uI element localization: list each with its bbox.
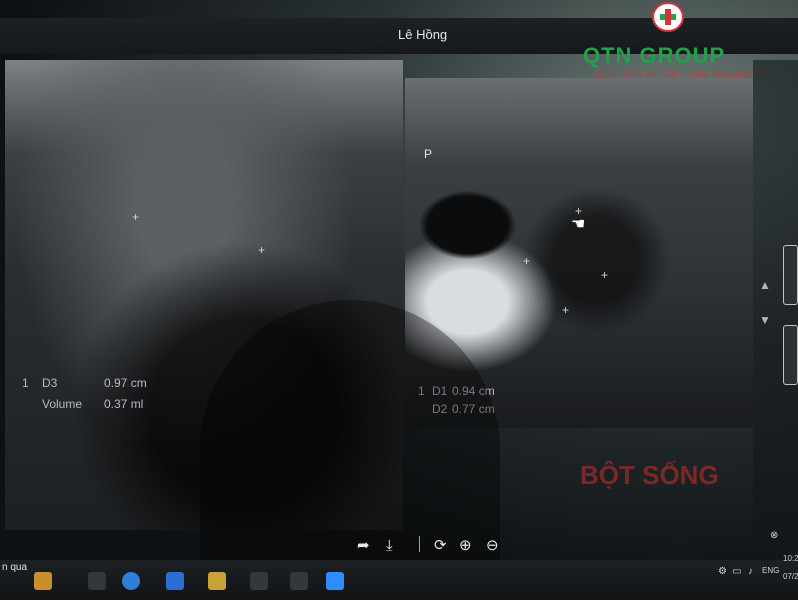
caliper-marker: + xyxy=(562,303,570,317)
zoom-out-icon[interactable]: ⊖ xyxy=(486,536,499,556)
taskbar-time[interactable]: 10:2 xyxy=(783,554,798,563)
zalo-icon[interactable] xyxy=(326,572,344,590)
taskbar-search-text[interactable]: n qua xyxy=(2,562,27,573)
probe-orientation-marker: P xyxy=(424,147,433,161)
taskbar-date[interactable]: 07/2 xyxy=(783,572,798,581)
toolbar-separator xyxy=(419,536,420,552)
edge-icon[interactable] xyxy=(122,572,140,590)
screen-reflection xyxy=(200,300,500,600)
store-icon[interactable] xyxy=(208,572,226,590)
rotate-icon[interactable]: ⟳ xyxy=(434,536,447,556)
left-measure-d3-value: 0.97 cm xyxy=(104,376,147,390)
chevron-down-icon[interactable]: ▼ xyxy=(759,313,771,327)
left-measure-d3-label: D3 xyxy=(42,376,58,390)
file-explorer-icon[interactable] xyxy=(34,572,52,590)
window-title: Lê Hồng xyxy=(398,27,448,42)
network-icon[interactable]: ▭ xyxy=(732,566,741,577)
close-icon[interactable]: ⊗ xyxy=(770,530,778,541)
left-measure-volume-value: 0.37 ml xyxy=(104,397,144,411)
logo-cross-vertical xyxy=(665,9,671,25)
caliper-marker: + xyxy=(601,268,609,282)
caliper-marker: + xyxy=(258,243,266,257)
system-tray-icon[interactable]: ⚙ xyxy=(718,566,727,577)
taskbar-app-icon[interactable] xyxy=(250,572,268,590)
brand-name: QTN GROUP xyxy=(583,43,726,68)
taskbar-app-icon[interactable] xyxy=(88,572,106,590)
zoom-in-icon[interactable]: ⊕ xyxy=(459,536,472,556)
thumbnail-item[interactable] xyxy=(783,325,798,385)
share-icon[interactable]: ➦ xyxy=(357,536,370,556)
taskbar-app-icon[interactable] xyxy=(290,572,308,590)
chevron-up-icon[interactable]: ▲ xyxy=(759,278,771,292)
windows-taskbar xyxy=(0,560,798,600)
language-indicator[interactable]: ENG xyxy=(762,566,779,575)
caliper-marker: + xyxy=(523,254,531,268)
mouse-cursor-icon: ☚ xyxy=(571,216,586,233)
caliper-marker: + xyxy=(132,210,140,224)
monitor-screen: Lê Hồng QTN GROUP BỆNH VIỆN AN TÂM - NIỀ… xyxy=(0,0,798,600)
background-poster-text: BỘT SỐNG xyxy=(580,460,719,490)
thumbnail-item[interactable] xyxy=(783,245,798,305)
outlook-icon[interactable] xyxy=(166,572,184,590)
left-measure-volume-label: Volume xyxy=(42,397,83,411)
left-measure-index: 1 xyxy=(22,376,29,390)
volume-icon[interactable]: ♪ xyxy=(748,566,753,577)
brand-logo-icon xyxy=(652,2,684,32)
download-icon[interactable]: ⤓ xyxy=(386,536,393,556)
